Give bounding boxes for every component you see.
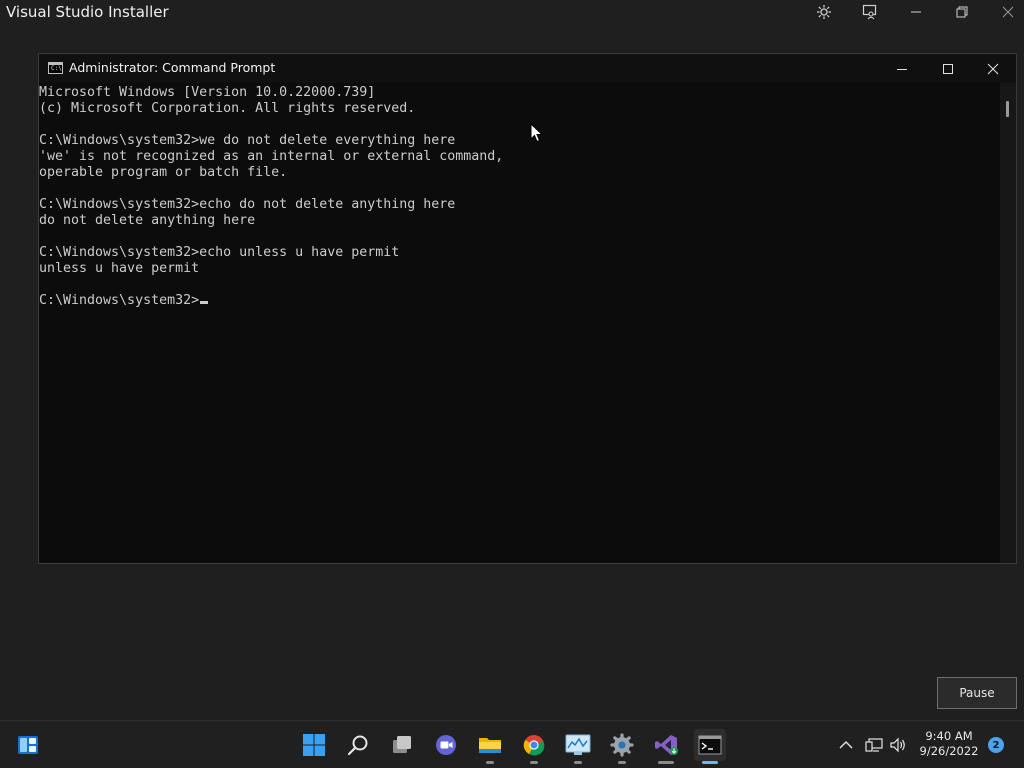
- mouse-pointer-icon: [530, 122, 544, 143]
- pause-button[interactable]: Pause: [937, 677, 1017, 709]
- network-icon[interactable]: [862, 729, 886, 761]
- task-view-icon[interactable]: [386, 729, 418, 761]
- cmd-titlebar[interactable]: C:\ Administrator: Command Prompt: [39, 54, 1016, 83]
- prompt-line[interactable]: C:\Windows\system32>: [39, 293, 209, 309]
- file-explorer-icon[interactable]: [474, 729, 506, 764]
- prompt-text: C:\Windows\system32>: [39, 293, 200, 308]
- running-indicator: [658, 761, 674, 764]
- cmd-close-button[interactable]: [970, 54, 1016, 83]
- running-indicator: [618, 761, 626, 764]
- taskbar-clock[interactable]: 9:40 AM 9/26/2022: [916, 729, 982, 759]
- cmd-window-title: Administrator: Command Prompt: [69, 60, 276, 75]
- notification-badge[interactable]: 2: [988, 737, 1004, 753]
- console-line: 'we' is not recognized as an internal or…: [39, 149, 504, 164]
- active-indicator: [702, 761, 718, 764]
- close-icon: [987, 63, 999, 74]
- volume-icon[interactable]: [886, 729, 910, 761]
- running-indicator: [530, 761, 538, 764]
- maximize-icon: [943, 63, 953, 74]
- clock-time: 9:40 AM: [925, 729, 973, 743]
- clock-date: 9/26/2022: [919, 744, 979, 758]
- console-line: unless u have permit: [39, 261, 200, 276]
- text-cursor: [200, 301, 209, 304]
- cmd-maximize-button[interactable]: [925, 54, 971, 83]
- minimize-icon[interactable]: [905, 2, 927, 22]
- running-indicator: [574, 761, 582, 764]
- command-prompt-window[interactable]: C:\ Administrator: Command Prompt Micros…: [38, 53, 1017, 564]
- cmd-minimize-button[interactable]: [879, 54, 925, 83]
- command-prompt-app-icon: C:\: [48, 62, 63, 74]
- installer-title: Visual Studio Installer: [6, 3, 169, 21]
- console-line: operable program or batch file.: [39, 165, 288, 180]
- taskbar: 9:40 AM 9/26/2022: [0, 720, 1024, 768]
- windows-start-icon[interactable]: [298, 729, 330, 761]
- show-hidden-icons-chevron-up-icon[interactable]: [834, 729, 858, 761]
- settings-icon[interactable]: [813, 2, 835, 22]
- installer-titlebar: Visual Studio Installer: [0, 0, 1024, 26]
- visual-studio-icon[interactable]: [650, 729, 682, 764]
- settings-icon[interactable]: [606, 729, 638, 764]
- restore-icon[interactable]: [951, 2, 973, 22]
- console-line: C:\Windows\system32>we do not delete eve…: [39, 133, 456, 148]
- console-line: C:\Windows\system32>echo unless u have p…: [39, 245, 400, 260]
- running-indicator: [486, 761, 494, 764]
- minimize-icon: [897, 68, 907, 70]
- teams-chat-icon[interactable]: [430, 729, 462, 761]
- console-output[interactable]: Microsoft Windows [Version 10.0.22000.73…: [39, 83, 999, 563]
- widgets-icon[interactable]: [12, 729, 44, 761]
- console-line: Microsoft Windows [Version 10.0.22000.73…: [39, 85, 376, 100]
- chrome-icon[interactable]: [518, 729, 550, 764]
- feedback-icon[interactable]: [859, 2, 881, 22]
- command-prompt-icon[interactable]: [694, 729, 726, 764]
- app-icon-text: C:\: [51, 65, 62, 72]
- vertical-scrollbar[interactable]: [1000, 83, 1016, 563]
- console-line: C:\Windows\system32>echo do not delete a…: [39, 197, 456, 212]
- console-line: (c) Microsoft Corporation. All rights re…: [39, 101, 416, 116]
- scrollbar-thumb[interactable]: [1006, 101, 1009, 117]
- search-icon[interactable]: [342, 729, 374, 761]
- close-icon[interactable]: [997, 2, 1019, 22]
- resource-monitor-icon[interactable]: [562, 729, 594, 764]
- console-line: do not delete anything here: [39, 213, 256, 228]
